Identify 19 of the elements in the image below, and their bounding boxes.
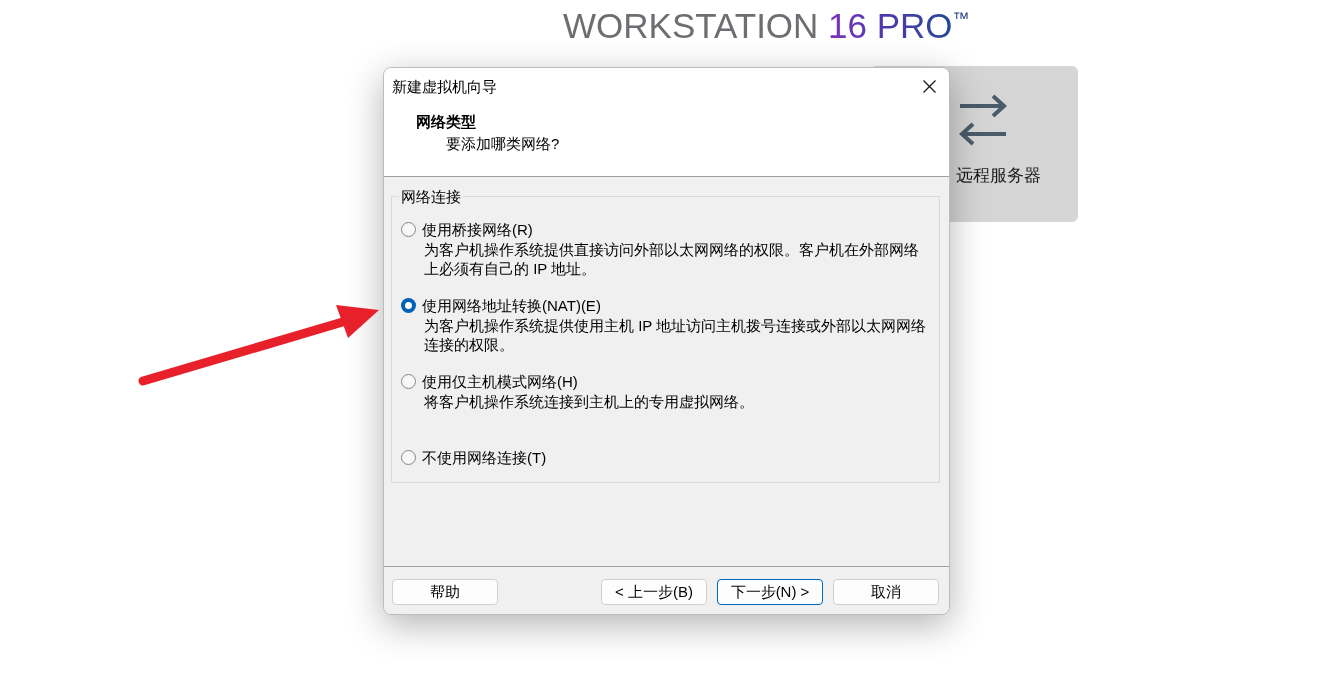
swap-arrows-icon (958, 94, 1008, 146)
page-heading: 网络类型 (416, 112, 476, 132)
wizard-button[interactable]: < 上一步(B) (601, 579, 707, 605)
group-label: 网络连接 (400, 187, 462, 206)
option-description: 将客户机操作系统连接到主机上的专用虚拟网络。 (424, 392, 755, 411)
radio-button[interactable]: 使用桥接网络(R) (401, 220, 533, 239)
wizard-button[interactable]: 下一步(N) > (717, 579, 823, 605)
radio-button[interactable]: 使用仅主机模式网络(H) (401, 372, 578, 391)
close-icon (922, 80, 936, 93)
help-button[interactable]: 帮助 (392, 579, 498, 605)
wizard-button[interactable]: 取消 (833, 579, 939, 605)
option-description: 为客户机操作系统提供使用主机 IP 地址访问主机拨号连接或外部以太网网络连接的权限。 (424, 316, 928, 354)
radio-button[interactable]: 不使用网络连接(T) (401, 448, 547, 467)
product-title: WORKSTATION 16 PRO™ (563, 6, 970, 46)
window-title: 新建虚拟机向导 (392, 76, 497, 97)
radio-button[interactable]: 使用网络地址转换(NAT)(E) (401, 296, 601, 315)
card-label: 远程服务器 (956, 165, 1041, 187)
option-description: 为客户机操作系统提供直接访问外部以太网网络的权限。客户机在外部网络上必须有自己的 IP 地址。 (424, 240, 920, 278)
page-subheading: 要添加哪类网络? (446, 134, 560, 154)
